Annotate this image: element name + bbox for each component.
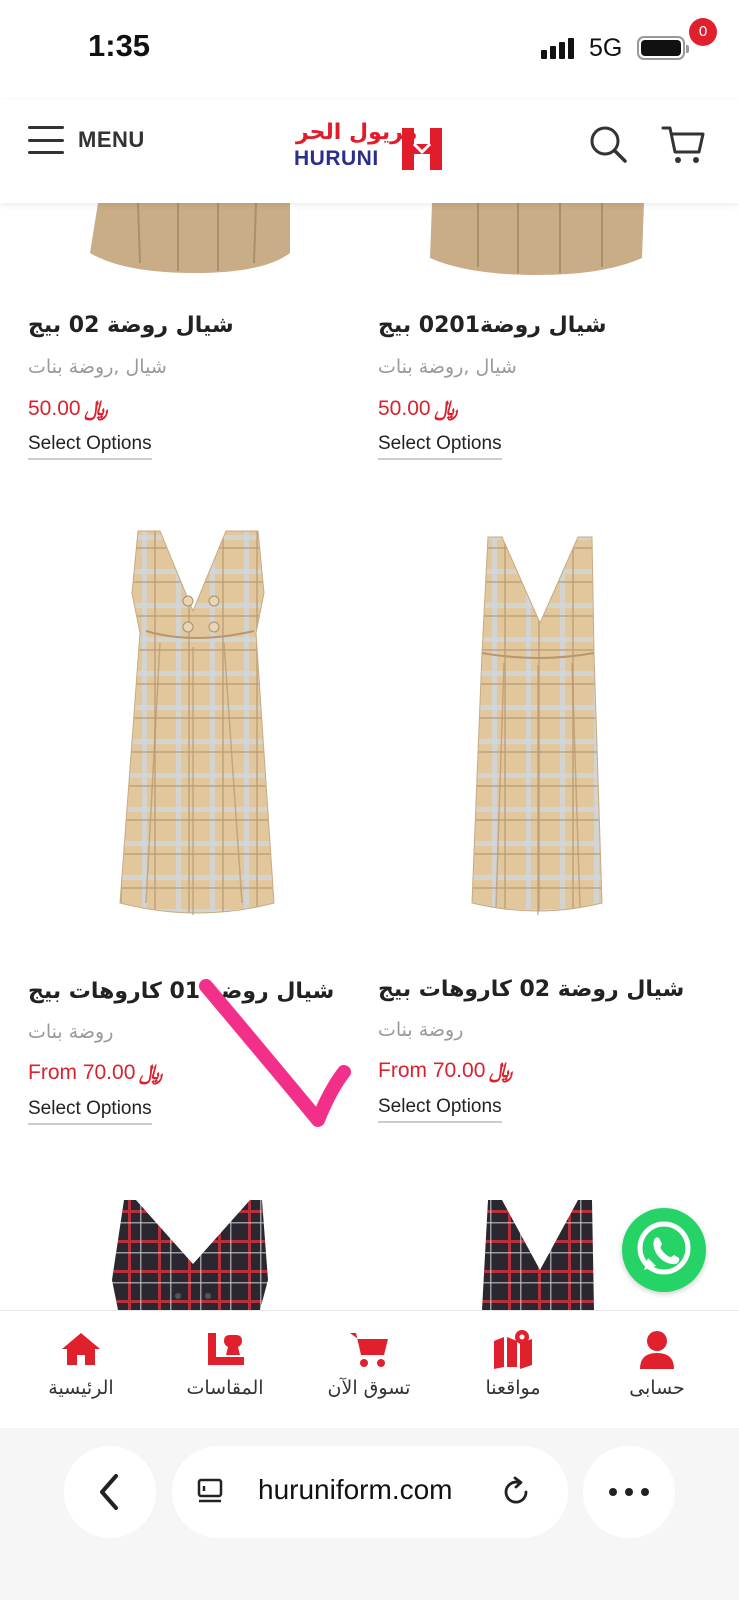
page-menu-icon	[197, 1478, 223, 1503]
map-icon	[494, 1330, 532, 1369]
url-text: huruniform.com	[258, 1474, 453, 1505]
site-logo[interactable]: مريول الحر HURUNI	[294, 120, 446, 176]
search-icon[interactable]	[588, 124, 628, 164]
chevron-left-icon	[100, 1474, 118, 1510]
nav-item-shop-now[interactable]: تسوق الآن	[309, 1329, 429, 1399]
whatsapp-button[interactable]	[622, 1208, 706, 1292]
nav-label: حسابى	[629, 1377, 685, 1399]
product-image[interactable]	[28, 1200, 358, 1310]
product-image[interactable]	[28, 203, 358, 275]
back-button[interactable]	[64, 1446, 156, 1538]
product-category[interactable]: شيال ,روضة بنات	[378, 356, 517, 378]
select-options-button[interactable]: Select Options	[28, 433, 152, 460]
product-title[interactable]: شيال روضة 01 كاروهات بيج	[28, 979, 334, 1004]
product-image[interactable]	[28, 523, 358, 923]
network-type: 5G	[589, 34, 623, 62]
status-time: 1:35	[88, 28, 151, 63]
home-icon	[62, 1333, 100, 1365]
cart-icon	[350, 1333, 388, 1367]
menu-button[interactable]: MENU	[28, 126, 145, 154]
nav-item-locations[interactable]: مواقعنا	[453, 1329, 573, 1399]
product-category[interactable]: روضة بنات	[28, 1021, 113, 1043]
select-options-button[interactable]: Select Options	[28, 1098, 152, 1125]
measurements-icon	[208, 1333, 244, 1365]
product-category[interactable]: روضة بنات	[378, 1019, 463, 1041]
product-price: From ﷼70.00	[378, 1059, 513, 1082]
ellipsis-icon	[609, 1488, 649, 1496]
currency-icon: ﷼	[84, 397, 108, 420]
nav-item-home[interactable]: الرئيسية	[21, 1329, 141, 1399]
nav-label: الرئيسية	[48, 1377, 114, 1399]
currency-icon: ﷼	[434, 397, 458, 420]
signal-icon	[541, 38, 574, 59]
product-card[interactable]: شيال روضة 02 كاروهات بيج روضة بنات From …	[378, 523, 708, 1143]
logo-english-text: HURUNI	[294, 147, 379, 170]
product-category[interactable]: شيال ,روضة بنات	[28, 356, 167, 378]
url-bar[interactable]: huruniform.com	[172, 1446, 568, 1538]
menu-label: MENU	[78, 127, 145, 152]
product-price: ﷼50.00	[378, 397, 458, 420]
price-prefix: From	[28, 1061, 83, 1084]
more-options-button[interactable]	[583, 1446, 675, 1538]
nav-label: مواقعنا	[485, 1377, 541, 1399]
currency-icon: ﷼	[489, 1059, 513, 1082]
currency-icon: ﷼	[139, 1061, 163, 1084]
battery-icon	[637, 36, 689, 60]
user-icon	[640, 1331, 674, 1369]
browser-toolbar: huruniform.com	[0, 1428, 739, 1600]
status-bar: 1:35 5G	[0, 0, 739, 100]
reload-icon[interactable]	[500, 1476, 532, 1508]
product-card[interactable]: شيال روضة 01 كاروهات بيج روضة بنات From …	[28, 523, 358, 1143]
select-options-button[interactable]: Select Options	[378, 1096, 502, 1123]
select-options-button[interactable]: Select Options	[378, 433, 502, 460]
price-prefix: From	[378, 1059, 433, 1082]
whatsapp-icon	[637, 1221, 691, 1275]
cart-count-badge: 0	[689, 18, 717, 46]
nav-item-account[interactable]: حسابى	[597, 1329, 717, 1399]
hamburger-icon	[28, 126, 64, 154]
product-image[interactable]	[378, 523, 708, 923]
nav-label: المقاسات	[186, 1377, 264, 1399]
nav-item-measurements[interactable]: المقاسات	[165, 1329, 285, 1399]
nav-label: تسوق الآن	[327, 1377, 411, 1399]
product-title[interactable]: شيال روضة 02 كاروهات بيج	[378, 977, 684, 1002]
bottom-navigation: الرئيسية المقاسات تسوق الآن مواقعنا حساب…	[0, 1310, 739, 1428]
product-price: From ﷼70.00	[28, 1061, 163, 1084]
product-title[interactable]: شيال روضة0201 بيج	[378, 313, 607, 338]
product-image[interactable]	[378, 203, 708, 275]
product-title[interactable]: شيال روضة 02 بيج	[28, 313, 234, 338]
logo-mark-icon	[402, 128, 442, 170]
product-price: ﷼50.00	[28, 397, 108, 420]
cart-icon[interactable]	[661, 122, 707, 168]
site-header: MENU مريول الحر HURUNI	[0, 100, 739, 203]
product-grid: شيال روضة 02 بيج شيال ,روضة بنات ﷼50.00 …	[0, 203, 739, 1310]
